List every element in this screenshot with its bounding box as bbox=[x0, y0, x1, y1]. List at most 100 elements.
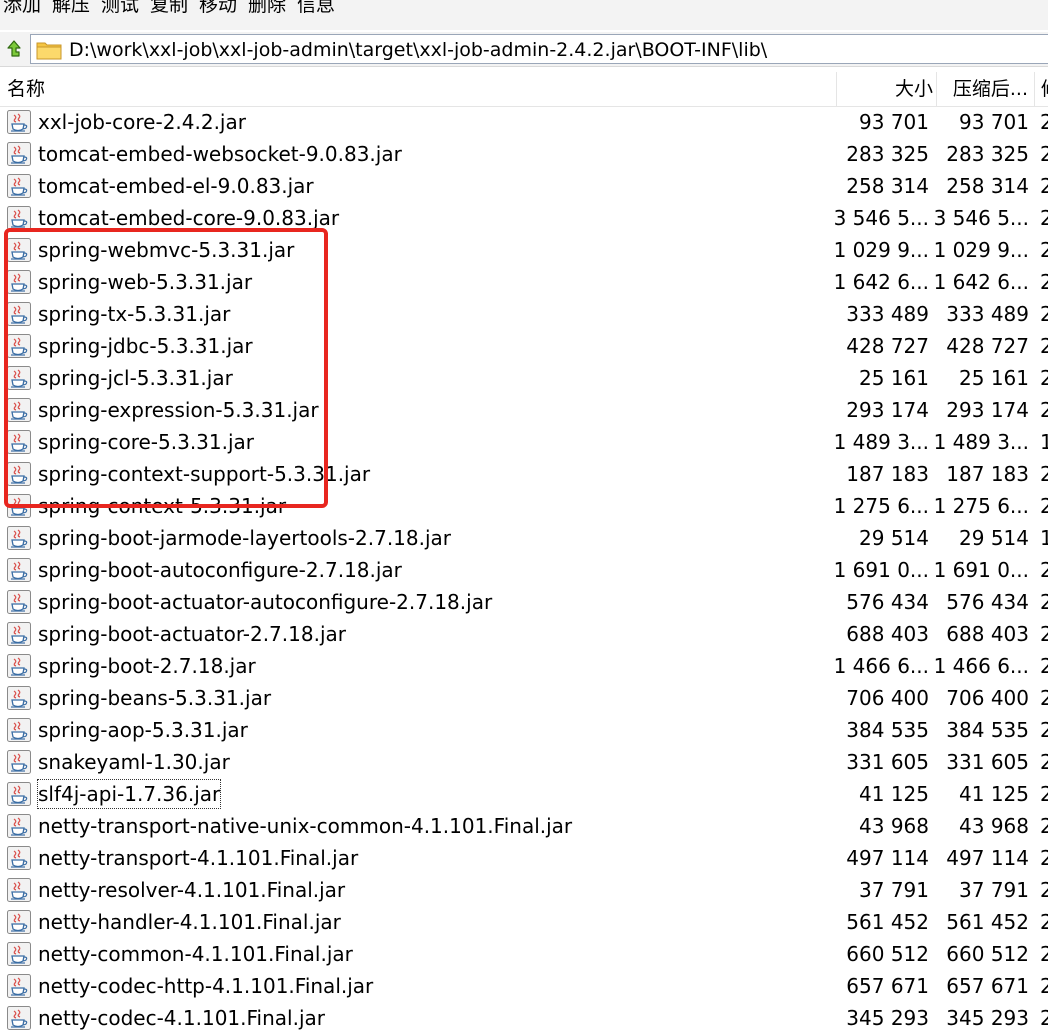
file-modified: 2 bbox=[1040, 398, 1048, 422]
file-size: 576 434 bbox=[846, 590, 929, 614]
file-row[interactable]: spring-boot-actuator-autoconfigure-2.7.1… bbox=[0, 586, 1048, 618]
file-name: spring-boot-jarmode-layertools-2.7.18.ja… bbox=[38, 526, 452, 550]
file-row[interactable]: tomcat-embed-core-9.0.83.jar 3 546 5... 3 … bbox=[0, 202, 1048, 234]
java-jar-icon bbox=[6, 717, 32, 743]
file-name: xxl-job-core-2.4.2.jar bbox=[38, 110, 246, 134]
file-name: netty-common-4.1.101.Final.jar bbox=[38, 942, 353, 966]
file-size: 497 114 bbox=[846, 846, 929, 870]
file-packed-size: 331 605 bbox=[946, 750, 1029, 774]
file-size: 345 293 bbox=[846, 1006, 929, 1030]
file-size: 25 161 bbox=[859, 366, 929, 390]
file-row[interactable]: tomcat-embed-websocket-9.0.83.jar 283 325… bbox=[0, 138, 1048, 170]
file-name: netty-handler-4.1.101.Final.jar bbox=[38, 910, 341, 934]
file-name: spring-boot-actuator-2.7.18.jar bbox=[38, 622, 346, 646]
file-name: spring-boot-autoconfigure-2.7.18.jar bbox=[38, 558, 402, 582]
java-jar-icon bbox=[6, 493, 32, 519]
file-modified: 2 bbox=[1040, 878, 1048, 902]
file-modified: 2 bbox=[1040, 142, 1048, 166]
file-packed-size: 1 642 6... bbox=[933, 270, 1029, 294]
file-row[interactable]: spring-webmvc-5.3.31.jar 1 029 9... 1 029 … bbox=[0, 234, 1048, 266]
extract-button[interactable]: 解压 bbox=[52, 0, 90, 18]
file-row[interactable]: spring-jdbc-5.3.31.jar 428 727 428 727 2 bbox=[0, 330, 1048, 362]
file-row[interactable]: spring-beans-5.3.31.jar 706 400 706 400 2 bbox=[0, 682, 1048, 714]
file-size: 1 275 6... bbox=[833, 494, 929, 518]
file-size: 41 125 bbox=[859, 782, 929, 806]
file-modified: 2 bbox=[1040, 494, 1048, 518]
java-jar-icon bbox=[6, 781, 32, 807]
path-text: D:\work\xxl-job\xxl-job-admin\target\xxl… bbox=[69, 39, 768, 61]
file-modified: 1 bbox=[1040, 526, 1048, 550]
file-packed-size: 1 275 6... bbox=[933, 494, 1029, 518]
file-row[interactable]: netty-codec-http-4.1.101.Final.jar 657 67… bbox=[0, 970, 1048, 1002]
file-row[interactable]: tomcat-embed-el-9.0.83.jar 258 314 258 314… bbox=[0, 170, 1048, 202]
file-packed-size: 41 125 bbox=[959, 782, 1029, 806]
file-size: 29 514 bbox=[859, 526, 929, 550]
file-row[interactable]: spring-core-5.3.31.jar 1 489 3... 1 489 3.… bbox=[0, 426, 1048, 458]
column-modified-header[interactable]: 修 bbox=[1034, 72, 1048, 106]
file-name: spring-tx-5.3.31.jar bbox=[38, 302, 231, 326]
file-size: 187 183 bbox=[846, 462, 929, 486]
path-field[interactable]: D:\work\xxl-job\xxl-job-admin\target\xxl… bbox=[30, 34, 1048, 64]
file-packed-size: 1 466 6... bbox=[933, 654, 1029, 678]
file-modified: 1 bbox=[1040, 430, 1048, 454]
file-packed-size: 576 434 bbox=[946, 590, 1029, 614]
java-jar-icon bbox=[6, 429, 32, 455]
java-jar-icon bbox=[6, 941, 32, 967]
file-size: 561 452 bbox=[846, 910, 929, 934]
file-name: spring-web-5.3.31.jar bbox=[38, 270, 253, 294]
file-row[interactable]: slf4j-api-1.7.36.jar 41 125 41 125 2 bbox=[0, 778, 1048, 810]
file-size: 93 701 bbox=[859, 110, 929, 134]
file-packed-size: 29 514 bbox=[959, 526, 1029, 550]
column-name-header[interactable]: 名称 bbox=[7, 72, 827, 106]
file-modified: 2 bbox=[1040, 558, 1048, 582]
file-size: 660 512 bbox=[846, 942, 929, 966]
file-row[interactable]: xxl-job-core-2.4.2.jar 93 701 93 701 2 bbox=[0, 106, 1048, 138]
java-jar-icon bbox=[6, 365, 32, 391]
file-row[interactable]: spring-expression-5.3.31.jar 293 174 293 1… bbox=[0, 394, 1048, 426]
file-row[interactable]: netty-resolver-4.1.101.Final.jar 37 791 37… bbox=[0, 874, 1048, 906]
file-size: 1 029 9... bbox=[833, 238, 929, 262]
copy-button[interactable]: 复制 bbox=[150, 0, 188, 18]
file-row[interactable]: spring-boot-2.7.18.jar 1 466 6... 1 466 6.… bbox=[0, 650, 1048, 682]
file-modified: 2 bbox=[1040, 718, 1048, 742]
file-packed-size: 428 727 bbox=[946, 334, 1029, 358]
java-jar-icon bbox=[6, 877, 32, 903]
file-row[interactable]: netty-codec-4.1.101.Final.jar 345 293 345 … bbox=[0, 1002, 1048, 1034]
up-folder-button[interactable] bbox=[3, 38, 25, 60]
file-modified: 2 bbox=[1040, 206, 1048, 230]
java-jar-icon bbox=[6, 525, 32, 551]
file-row[interactable]: spring-jcl-5.3.31.jar 25 161 25 161 2 bbox=[0, 362, 1048, 394]
java-jar-icon bbox=[6, 461, 32, 487]
file-row[interactable]: netty-handler-4.1.101.Final.jar 561 452 56… bbox=[0, 906, 1048, 938]
move-button[interactable]: 移动 bbox=[199, 0, 237, 18]
file-row[interactable]: netty-transport-native-unix-common-4.1.1… bbox=[0, 810, 1048, 842]
file-modified: 2 bbox=[1040, 110, 1048, 134]
delete-button[interactable]: 删除 bbox=[248, 0, 286, 18]
file-name: spring-core-5.3.31.jar bbox=[38, 430, 255, 454]
file-packed-size: 660 512 bbox=[946, 942, 1029, 966]
file-packed-size: 657 671 bbox=[946, 974, 1029, 998]
test-button[interactable]: 测试 bbox=[101, 0, 139, 18]
file-packed-size: 293 174 bbox=[946, 398, 1029, 422]
java-jar-icon bbox=[6, 557, 32, 583]
file-row[interactable]: spring-aop-5.3.31.jar 384 535 384 535 2 bbox=[0, 714, 1048, 746]
file-row[interactable]: snakeyaml-1.30.jar 331 605 331 605 2 bbox=[0, 746, 1048, 778]
file-row[interactable]: spring-tx-5.3.31.jar 333 489 333 489 2 bbox=[0, 298, 1048, 330]
file-row[interactable]: spring-context-5.3.31.jar 1 275 6... 1 275… bbox=[0, 490, 1048, 522]
file-row[interactable]: spring-boot-jarmode-layertools-2.7.18.ja… bbox=[0, 522, 1048, 554]
file-row[interactable]: spring-boot-actuator-2.7.18.jar 688 403 68… bbox=[0, 618, 1048, 650]
java-jar-icon bbox=[6, 845, 32, 871]
file-size: 428 727 bbox=[846, 334, 929, 358]
file-row[interactable]: spring-context-support-5.3.31.jar 187 183… bbox=[0, 458, 1048, 490]
file-row[interactable]: netty-common-4.1.101.Final.jar 660 512 660… bbox=[0, 938, 1048, 970]
file-size: 1 489 3... bbox=[833, 430, 929, 454]
column-packed-header[interactable]: 压缩后... bbox=[936, 72, 1032, 106]
add-button[interactable]: 添加 bbox=[3, 0, 41, 18]
file-row[interactable]: spring-web-5.3.31.jar 1 642 6... 1 642 6..… bbox=[0, 266, 1048, 298]
file-row[interactable]: spring-boot-autoconfigure-2.7.18.jar 1 69… bbox=[0, 554, 1048, 586]
java-jar-icon bbox=[6, 269, 32, 295]
column-size-header[interactable]: 大小 bbox=[836, 72, 933, 106]
file-modified: 2 bbox=[1040, 910, 1048, 934]
info-button[interactable]: 信息 bbox=[297, 0, 335, 18]
file-row[interactable]: netty-transport-4.1.101.Final.jar 497 114… bbox=[0, 842, 1048, 874]
